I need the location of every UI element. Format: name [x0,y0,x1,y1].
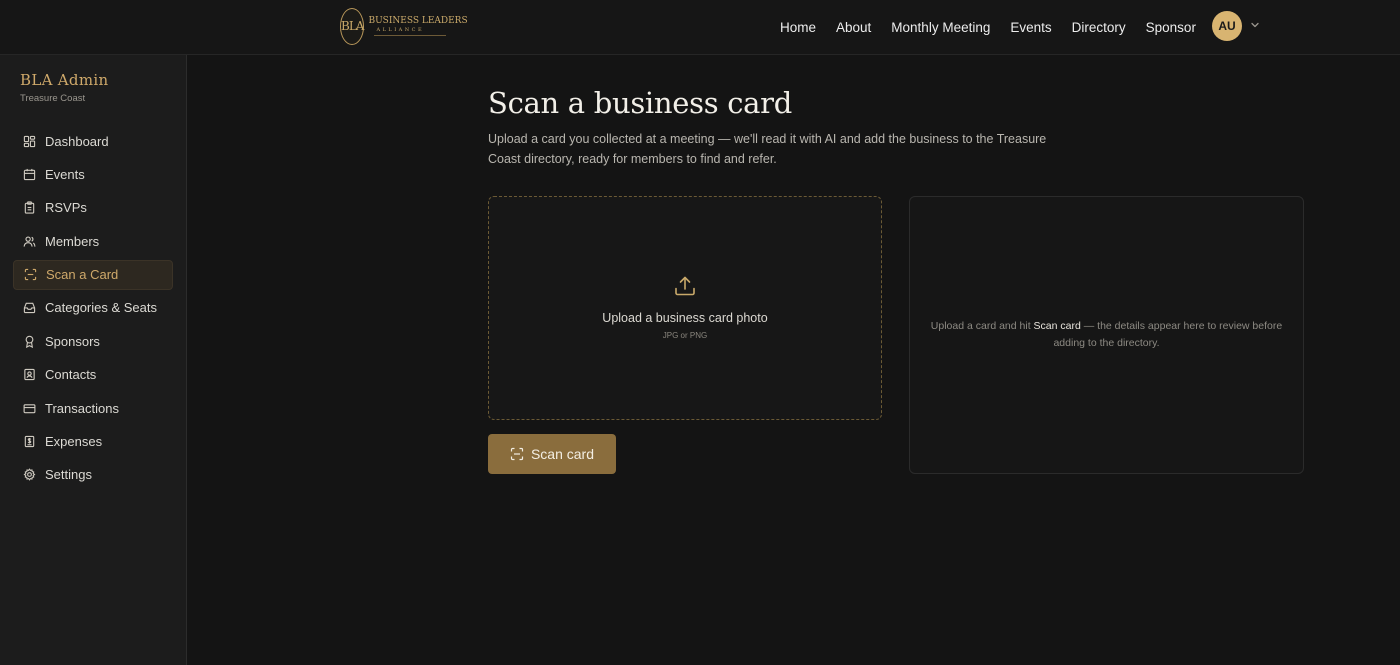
users-icon [23,236,36,247]
logo-seal: BLA [340,7,364,45]
sidebar-item-label: Events [45,166,85,182]
nav-monthly-meeting[interactable]: Monthly Meeting [891,20,990,35]
scan-card-label: Scan card [530,446,595,462]
sidebar-item-label: Scan a Card [46,267,119,283]
receipt-icon [24,435,35,448]
sidebar-item-sponsors[interactable]: Sponsors [13,326,173,356]
nav-home[interactable]: Home [780,20,816,35]
sidebar-item-categories-seats[interactable]: Categories & Seats [13,293,173,323]
admin-sidebar: BLA Admin Treasure Coast Dashboard Event… [0,55,187,665]
calendar-icon [23,168,36,181]
logo-rule [374,34,447,36]
scan-result-placeholder: Upload a card and hit Scan card — the de… [930,318,1283,352]
sidebar-item-label: RSVPs [45,200,87,216]
sidebar-item-label: Settings [45,467,92,483]
sidebar-item-contacts[interactable]: Contacts [13,360,173,390]
nav-links: Home About Monthly Meeting Events Direct… [770,0,1206,54]
nav-sponsor[interactable]: Sponsor [1146,20,1196,35]
sidebar-item-label: Expenses [45,434,103,450]
sidebar-item-label: Transactions [45,400,119,416]
site-logo[interactable]: BLA BUSINESS LEADERS ALLIANCE [340,7,468,45]
sidebar-item-scan-a-card[interactable]: Scan a Card [13,259,173,290]
sidebar-item-label: Contacts [45,367,97,383]
nav-about[interactable]: About [836,20,871,35]
sidebar-item-label: Sponsors [45,333,100,349]
sidebar-item-label: Dashboard [45,133,109,149]
nav-directory[interactable]: Directory [1072,20,1126,35]
page-description: Upload a card you collected at a meeting… [488,132,1047,166]
sidebar-item-label: Members [45,233,100,249]
upload-title: Upload a business card photo [602,311,768,325]
scan-icon [510,447,524,461]
sidebar-item-rsvps[interactable]: RSVPs [13,193,173,223]
top-navbar: BLA BUSINESS LEADERS ALLIANCE Home About… [0,0,1400,55]
scan-icon [24,268,37,281]
clipboard-icon [24,201,35,214]
chevron-down-icon[interactable] [1249,19,1261,31]
sidebar-item-expenses[interactable]: Expenses [13,427,173,457]
sidebar-item-label: Categories & Seats [45,300,158,316]
page-title: Scan a business card [488,86,792,120]
contact-icon [24,369,35,381]
dashboard-icon [23,135,36,147]
upload-subtitle: JPG or PNG [662,331,708,340]
user-avatar[interactable]: AU [1212,11,1242,41]
logo-name: BUSINESS LEADERS [368,15,468,26]
award-icon [25,335,34,348]
sidebar-item-settings[interactable]: Settings [13,460,173,490]
inbox-icon [23,303,36,314]
placeholder-highlight: Scan card [1033,320,1081,332]
sidebar-item-dashboard[interactable]: Dashboard [13,126,173,156]
logo-sub: ALLIANCE [376,26,425,33]
sidebar-item-events[interactable]: Events [13,159,173,189]
sidebar-title: BLA Admin [20,71,109,89]
credit-card-icon [23,403,36,413]
sidebar-item-transactions[interactable]: Transactions [13,393,173,423]
nav-events[interactable]: Events [1010,20,1051,35]
placeholder-text-after: — the details appear here to review befo… [1053,320,1283,349]
gear-icon [23,468,36,482]
sidebar-brand: BLA Admin Treasure Coast [20,71,108,104]
sidebar-subtitle: Treasure Coast [20,93,86,104]
scan-card-button[interactable]: Scan card [488,434,616,474]
placeholder-text-before: Upload a card and hit [930,320,1034,332]
logo-monogram: BLA [341,19,364,33]
sidebar-item-members[interactable]: Members [13,226,173,256]
sidebar-menu: Dashboard Events RSVPs Members Scan a Ca… [13,126,173,493]
upload-icon [675,276,695,296]
upload-dropzone[interactable] [488,196,882,420]
